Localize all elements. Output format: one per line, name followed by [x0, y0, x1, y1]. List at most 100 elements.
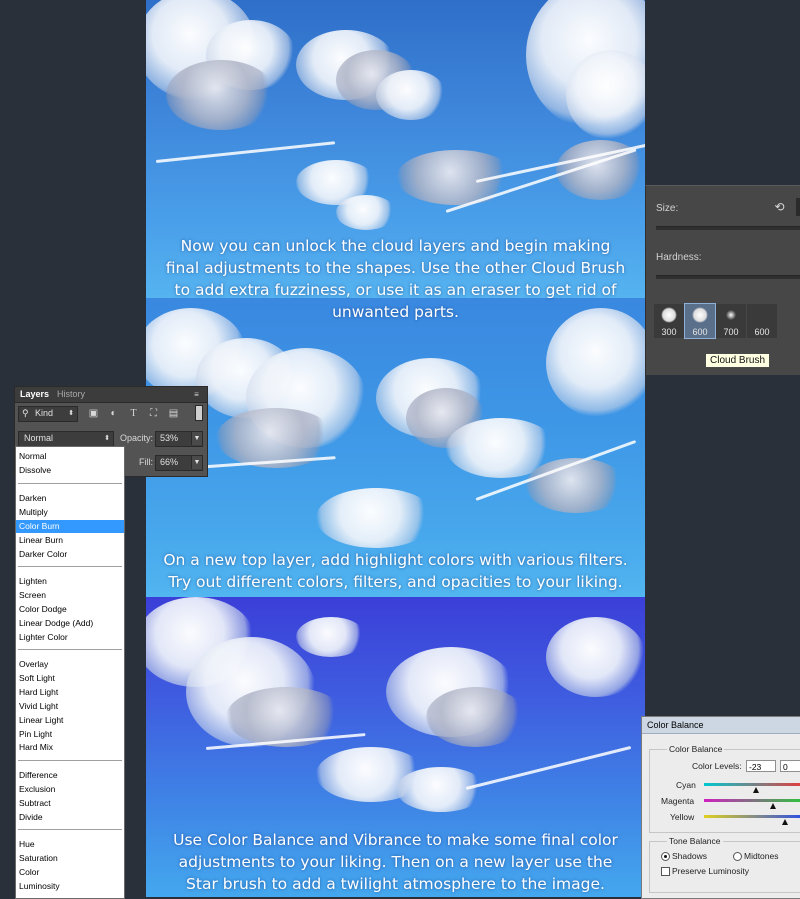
color-balance-dialog: Color Balance Color Balance Color Levels…	[641, 716, 800, 899]
group-title: Tone Balance	[667, 836, 723, 846]
caption-line: final adjustments to the shapes. Use the…	[165, 259, 626, 277]
brush-tiles: 300 600 700 600	[654, 303, 800, 356]
slider-thumb[interactable]	[753, 787, 759, 793]
blend-mode-option[interactable]: Linear Burn	[16, 534, 124, 547]
menu-separator	[18, 760, 122, 761]
brush-size: 300	[661, 327, 677, 337]
cloud	[296, 617, 366, 657]
yellow-blue-slider[interactable]	[704, 815, 800, 818]
fill-field[interactable]: 66% ▼	[155, 455, 203, 471]
blend-mode-select[interactable]: Normal ⬍	[18, 431, 114, 447]
blend-mode-option[interactable]: Screen	[16, 589, 124, 602]
type-filter-icon[interactable]: T	[128, 408, 139, 419]
blend-mode-option[interactable]: Normal	[16, 450, 124, 463]
slider-thumb[interactable]	[782, 819, 788, 825]
brush-tile[interactable]: 300	[654, 304, 684, 338]
color-level-1-input[interactable]: -23	[746, 760, 776, 772]
blend-mode-option[interactable]: Darker Color	[16, 548, 124, 561]
tab-history[interactable]: History	[57, 389, 85, 399]
adjustment-filter-icon[interactable]: ◐	[108, 408, 119, 419]
tab-layers[interactable]: Layers	[20, 389, 49, 399]
opacity-field[interactable]: 53% ▼	[155, 431, 203, 447]
cloud	[376, 70, 446, 120]
search-icon: ⚲	[22, 408, 29, 418]
cloud	[166, 60, 276, 130]
blend-mode-option[interactable]: Luminosity	[16, 880, 124, 893]
caption-line: Now you can unlock the cloud layers and …	[180, 237, 611, 255]
magenta-green-slider[interactable]	[704, 799, 800, 802]
menu-separator	[18, 649, 122, 650]
blend-mode-option[interactable]: Vivid Light	[16, 700, 124, 713]
shape-filter-icon[interactable]: ⛶	[148, 408, 159, 419]
blend-mode-option[interactable]: Dissolve	[16, 464, 124, 477]
midtones-label: Midtones	[744, 851, 779, 861]
blend-mode-option[interactable]: Saturation	[16, 852, 124, 865]
cloud	[336, 195, 396, 230]
caption-line: Try out different colors, filters, and o…	[168, 573, 623, 591]
menu-separator	[18, 483, 122, 484]
blend-mode-menu: Normal Dissolve Darken Multiply Color Burn Li…	[15, 446, 125, 899]
blend-mode-option[interactable]: Hard Mix	[16, 741, 124, 754]
blend-mode-option[interactable]: Difference	[16, 769, 124, 782]
blend-mode-option[interactable]: Subtract	[16, 797, 124, 810]
blend-mode-option[interactable]: Hard Light	[16, 686, 124, 699]
reset-icon[interactable]: ⟲	[774, 201, 785, 213]
size-field[interactable]	[796, 198, 800, 216]
blend-mode-option[interactable]: Divide	[16, 811, 124, 824]
size-slider[interactable]	[656, 226, 800, 230]
slider-thumb[interactable]	[770, 803, 776, 809]
cloud	[546, 308, 645, 418]
smart-object-filter-icon[interactable]: ▤	[168, 408, 179, 419]
group-title: Color Balance	[667, 744, 725, 754]
caption-step-2: On a new top layer, add highlight colors…	[146, 549, 645, 593]
dropdown-arrow-icon[interactable]: ▼	[191, 456, 202, 469]
blend-mode-option[interactable]: Hue	[16, 838, 124, 851]
cloud-brush-icon	[661, 307, 677, 323]
caption-line: On a new top layer, add highlight colors…	[163, 551, 628, 569]
preserve-luminosity-label: Preserve Luminosity	[672, 866, 750, 876]
kind-label: Kind	[35, 408, 54, 418]
blend-mode-option[interactable]: Darken	[16, 492, 124, 505]
blend-mode-option[interactable]: Soft Light	[16, 672, 124, 685]
blend-mode-option[interactable]: Pin Light	[16, 728, 124, 741]
blend-mode-option[interactable]: Lighten	[16, 575, 124, 588]
blend-mode-option[interactable]: Exclusion	[16, 783, 124, 796]
blend-mode-option[interactable]: Color Burn	[16, 519, 124, 533]
cyan-label: Cyan	[676, 780, 696, 790]
brush-tile-selected[interactable]: 600	[684, 303, 716, 339]
blend-mode-option[interactable]: Multiply	[16, 506, 124, 519]
midtones-radio[interactable]	[733, 852, 742, 861]
cloud	[426, 687, 526, 747]
updown-icon: ⬍	[68, 410, 74, 417]
blend-mode-option[interactable]: Color	[16, 866, 124, 879]
cloud-brush-icon	[692, 307, 708, 323]
shadows-radio[interactable]	[661, 852, 670, 861]
caption-line: Star brush to add a twilight atmosphere …	[186, 875, 605, 893]
size-label: Size:	[656, 203, 679, 214]
kind-filter[interactable]: ⚲ Kind ⬍	[18, 406, 78, 422]
dropdown-arrow-icon[interactable]: ▼	[191, 432, 202, 445]
blend-mode-option[interactable]: Overlay	[16, 658, 124, 671]
dialog-title: Color Balance	[642, 717, 800, 734]
panel-menu-icon[interactable]: ≡	[191, 389, 202, 400]
color-level-2-input[interactable]: 0	[780, 760, 800, 772]
caption-line: unwanted parts.	[332, 303, 459, 321]
blend-mode-option[interactable]: Linear Dodge (Add)	[16, 617, 124, 630]
caption-line: Use Color Balance and Vibrance to make s…	[173, 831, 618, 849]
brush-tile[interactable]: 700	[716, 304, 746, 338]
pixel-layer-filter-icon[interactable]: ▣	[88, 408, 99, 419]
preserve-luminosity-checkbox[interactable]	[661, 867, 670, 876]
brush-size: 600	[692, 327, 708, 337]
contrail	[465, 745, 632, 790]
hardness-slider[interactable]	[656, 275, 800, 279]
brush-presets-panel: Size: ⟲ Hardness: 300 600 700 600	[645, 185, 800, 375]
fill-label: Fill:	[139, 457, 153, 467]
cyan-red-slider[interactable]	[704, 783, 800, 786]
blend-mode-option[interactable]: Lighter Color	[16, 631, 124, 644]
brush-tile[interactable]: 600	[747, 304, 777, 338]
filter-toggle[interactable]	[195, 405, 203, 421]
blend-mode-option[interactable]: Color Dodge	[16, 603, 124, 616]
blend-mode-option[interactable]: Linear Light	[16, 714, 124, 727]
magenta-label: Magenta	[661, 796, 695, 806]
brush-icon	[754, 307, 770, 323]
